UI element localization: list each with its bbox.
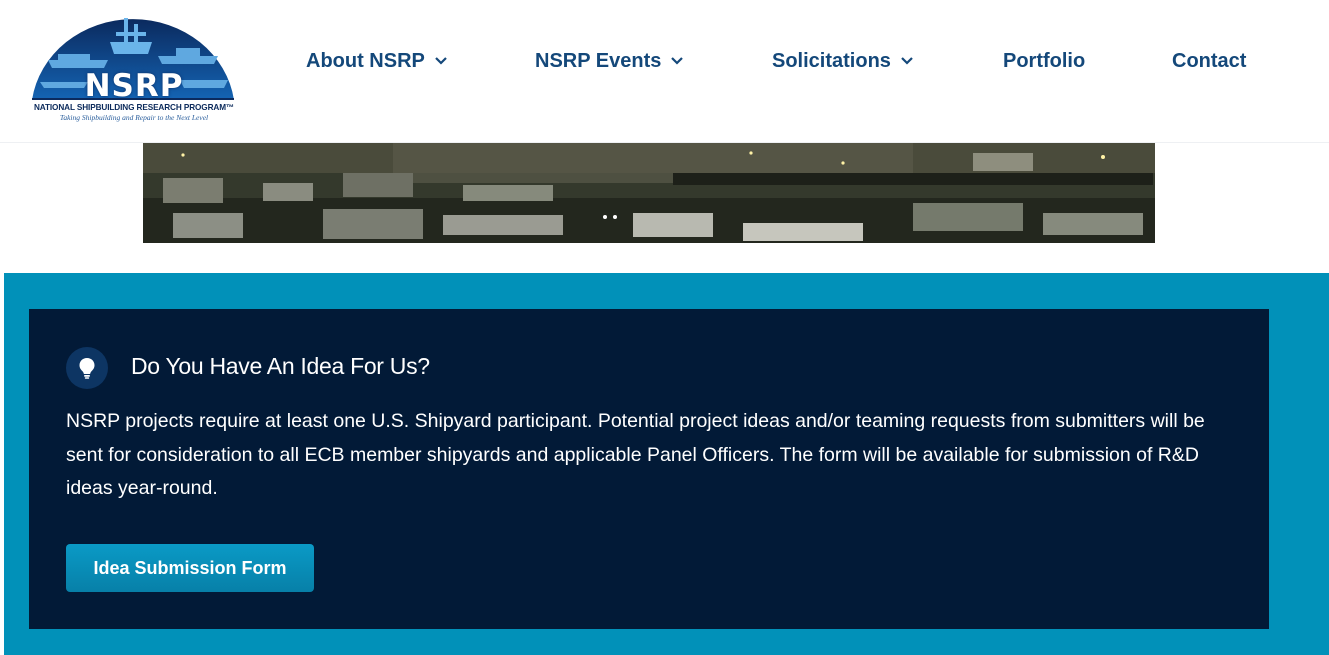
logo-tagline: Taking Shipbuilding and Repair to the Ne…	[59, 113, 209, 122]
chevron-down-icon	[435, 57, 447, 65]
nav-item-about-nsrp[interactable]: About NSRP	[306, 46, 447, 76]
site-header: NSRP NATIONAL SHIPBUILDING RESEARCH PROG…	[0, 0, 1329, 143]
idea-section-title: Do You Have An Idea For Us?	[131, 353, 430, 379]
logo-wordmark: NSRP	[84, 68, 184, 104]
idea-submission-form-button[interactable]: Idea Submission Form	[66, 544, 314, 592]
chevron-down-icon	[901, 57, 913, 65]
nav-item-label: Contact	[1172, 49, 1247, 72]
chevron-down-icon	[671, 57, 684, 65]
nav-item-label: About NSRP	[306, 49, 425, 72]
nav-item-label: Solicitations	[772, 49, 891, 72]
nav-item-label: NSRP Events	[535, 49, 662, 72]
nav-item-label: Portfolio	[1003, 49, 1086, 72]
idea-card: Do You Have An Idea For Us? NSRP project…	[29, 309, 1269, 629]
nav-item-solicitations[interactable]: Solicitations	[772, 46, 913, 76]
nav-item-portfolio[interactable]: Portfolio	[1003, 46, 1085, 76]
nav-item-contact[interactable]: Contact	[1172, 46, 1246, 76]
logo-program-name: NATIONAL SHIPBUILDING RESEARCH PROGRAM™	[33, 103, 235, 112]
idea-section-description: NSRP projects require at least one U.S. …	[66, 410, 1205, 499]
lightbulb-icon	[66, 347, 108, 389]
shipyard-photo	[143, 143, 1155, 243]
shipyard-hero-image	[143, 143, 1155, 243]
nsrp-logo[interactable]: NSRP NATIONAL SHIPBUILDING RESEARCH PROG…	[28, 4, 240, 124]
nav-item-nsrp-events[interactable]: NSRP Events	[535, 46, 684, 76]
